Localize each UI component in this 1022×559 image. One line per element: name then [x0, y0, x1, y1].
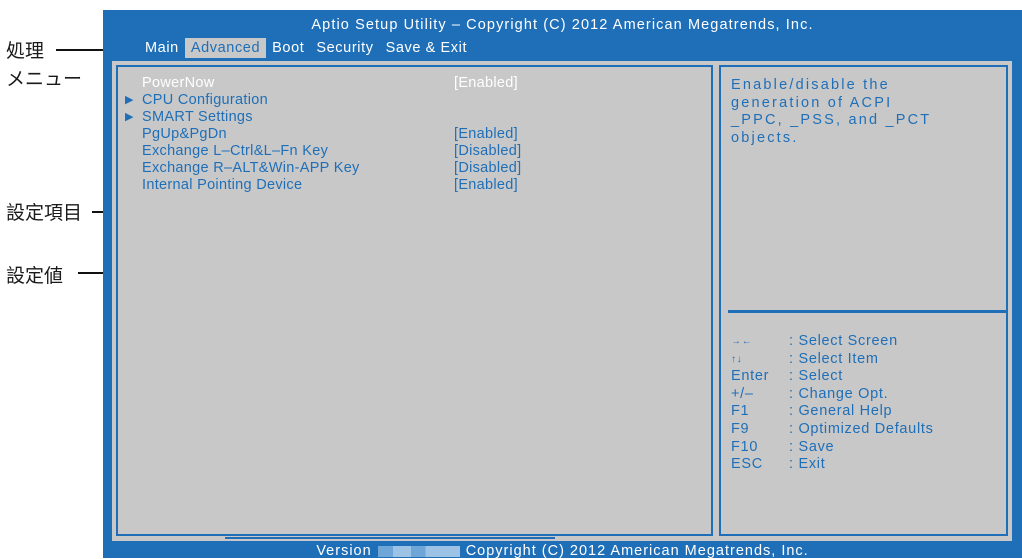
help-text: Enable/disable the generation of ACPI _P… — [731, 77, 932, 146]
key: F9 — [731, 420, 750, 437]
setting-exchange-ralt[interactable]: Exchange R–ALT&Win-APP Key [Disabled] — [118, 160, 708, 177]
key: ↑↓ — [731, 353, 743, 365]
setting-name: CPU Configuration — [142, 92, 268, 108]
help-divider — [728, 310, 1006, 313]
key: →← — [731, 336, 753, 347]
help-panel: Enable/disable the generation of ACPI _P… — [719, 65, 1008, 536]
setting-exchange-lctrl[interactable]: Exchange L–Ctrl&L–Fn Key [Disabled] — [118, 143, 708, 160]
setting-internal-pointing-device[interactable]: Internal Pointing Device [Enabled] — [118, 177, 708, 194]
setting-value[interactable]: [Enabled] — [454, 177, 518, 194]
menu-bar: Main Advanced Boot Security Save & Exit — [139, 38, 473, 58]
setting-cpu-configuration[interactable]: ▶ CPU Configuration — [118, 92, 708, 109]
setting-name: Internal Pointing Device — [142, 177, 303, 193]
setting-value[interactable]: [Enabled] — [454, 75, 518, 92]
setting-name: SMART Settings — [142, 109, 253, 125]
footer-copyright: Copyright (C) 2012 American Megatrends, … — [465, 543, 809, 559]
menu-boot[interactable]: Boot — [266, 38, 310, 58]
menu-security[interactable]: Security — [310, 38, 379, 58]
key: +/– — [731, 385, 754, 402]
callout-menu-line1: 処理 — [6, 40, 45, 62]
bios-screen: Aptio Setup Utility – Copyright (C) 2012… — [103, 10, 1022, 559]
callout-value-label: 設定値 — [6, 265, 64, 287]
menu-main[interactable]: Main — [139, 38, 185, 58]
key-desc: : Select — [789, 368, 843, 385]
callout-item-label: 設定項目 — [6, 202, 83, 224]
callout-menu-line2: メニュー — [6, 68, 83, 90]
setting-value[interactable]: [Enabled] — [454, 126, 518, 143]
redacted-version — [377, 545, 460, 557]
key-desc: : Select Screen — [789, 333, 898, 349]
setting-name: PgUp&PgDn — [142, 126, 227, 142]
setting-value[interactable]: [Disabled] — [454, 160, 521, 177]
menu-save-exit[interactable]: Save & Exit — [380, 38, 474, 58]
submenu-arrow-icon: ▶ — [125, 94, 134, 106]
submenu-arrow-icon: ▶ — [125, 111, 134, 123]
key-desc: : General Help — [789, 403, 893, 420]
bios-footer: Version Copyright (C) 2012 American Megat… — [103, 543, 1022, 559]
setting-name: Exchange R–ALT&Win-APP Key — [142, 160, 360, 176]
setting-smart-settings[interactable]: ▶ SMART Settings — [118, 109, 708, 126]
setting-powernow[interactable]: PowerNow [Enabled] — [118, 75, 708, 92]
key-desc: : Change Opt. — [789, 385, 889, 402]
key: F1 — [731, 403, 750, 420]
bios-title: Aptio Setup Utility – Copyright (C) 2012… — [311, 17, 814, 33]
menu-advanced[interactable]: Advanced — [184, 38, 267, 58]
key-desc: : Exit — [789, 456, 826, 473]
key: Enter — [731, 368, 770, 385]
key: ESC — [731, 456, 763, 473]
key-desc: : Optimized Defaults — [789, 420, 934, 437]
settings-panel: PowerNow [Enabled] ▶ CPU Configuration ▶… — [116, 65, 713, 539]
key: F10 — [731, 438, 759, 455]
setting-name: PowerNow — [142, 75, 215, 91]
version-label: Version — [316, 543, 372, 559]
setting-value[interactable]: [Disabled] — [454, 143, 521, 160]
key-desc: : Save — [789, 438, 835, 455]
setting-name: Exchange L–Ctrl&L–Fn Key — [142, 143, 329, 159]
content-area: PowerNow [Enabled] ▶ CPU Configuration ▶… — [112, 61, 1012, 541]
setting-pgup-pgdn[interactable]: PgUp&PgDn [Enabled] — [118, 126, 708, 143]
key-desc: : Select Item — [789, 350, 879, 367]
scroll-indicator — [225, 537, 555, 539]
